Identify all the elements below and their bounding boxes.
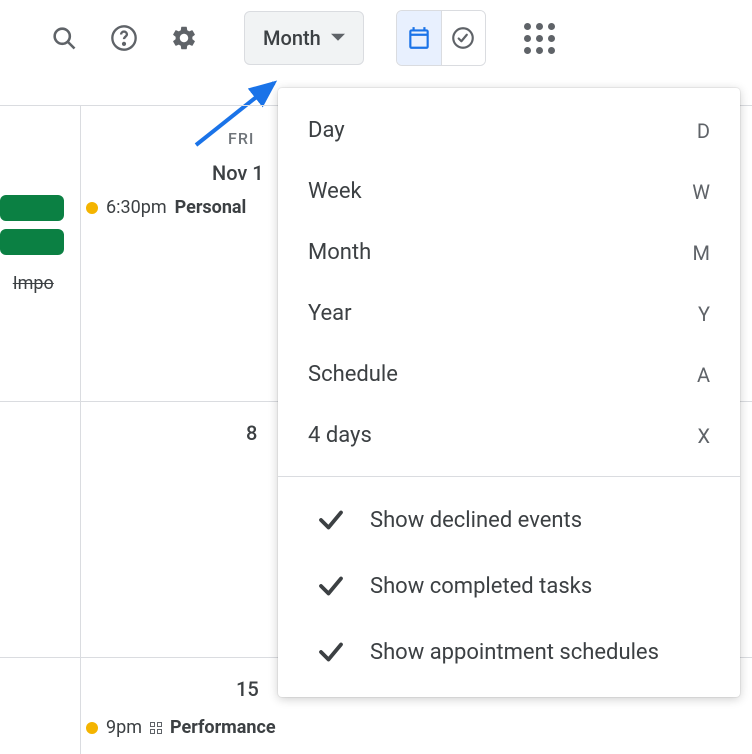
view-option-day[interactable]: Day D	[278, 100, 740, 161]
check-icon	[316, 571, 346, 601]
option-label: Day	[308, 118, 345, 143]
event-item[interactable]: 9pm Performance	[86, 717, 276, 738]
view-option-month[interactable]: Month M	[278, 222, 740, 283]
event-block[interactable]	[0, 195, 64, 221]
option-shortcut: M	[693, 241, 710, 265]
option-shortcut: D	[697, 119, 710, 143]
view-selector-label: Month	[263, 26, 321, 50]
grid-icon	[150, 722, 162, 734]
option-shortcut: X	[697, 424, 710, 448]
view-option-schedule[interactable]: Schedule A	[278, 344, 740, 405]
settings-icon[interactable]	[160, 14, 208, 62]
day-number: Nov 1	[212, 161, 264, 185]
day-header: FRI	[228, 129, 254, 148]
view-option-year[interactable]: Year Y	[278, 283, 740, 344]
check-icon	[316, 505, 346, 535]
view-option-4days[interactable]: 4 days X	[278, 405, 740, 466]
view-dropdown-menu: Day D Week W Month M Year Y Schedule A 4…	[278, 88, 740, 697]
toggle-appointment-schedules[interactable]: Show appointment schedules	[278, 619, 740, 685]
search-icon[interactable]	[40, 14, 88, 62]
option-label: 4 days	[308, 423, 372, 448]
view-selector-button[interactable]: Month	[244, 11, 364, 65]
option-label: Week	[308, 179, 362, 204]
toggle-completed-tasks[interactable]: Show completed tasks	[278, 553, 740, 619]
event-color-dot	[86, 202, 98, 214]
event-title: Personal	[175, 197, 247, 218]
event-color-dot	[86, 722, 98, 734]
toggle-label: Show appointment schedules	[370, 640, 659, 665]
option-label: Schedule	[308, 362, 398, 387]
event-time: 9pm	[106, 717, 142, 738]
tasks-mode-button[interactable]	[441, 11, 485, 65]
event-block[interactable]	[0, 229, 64, 255]
day-number: 15	[236, 677, 259, 701]
option-label: Month	[308, 240, 371, 265]
chevron-down-icon	[331, 31, 345, 45]
view-toggle-group	[396, 10, 486, 66]
calendar-mode-button[interactable]	[397, 11, 441, 65]
event-item[interactable]: 6:30pm Personal	[86, 197, 246, 218]
event-time: 6:30pm	[106, 197, 167, 218]
option-shortcut: A	[697, 363, 710, 387]
option-shortcut: Y	[698, 302, 710, 326]
toggle-label: Show completed tasks	[370, 574, 592, 599]
option-shortcut: W	[692, 180, 710, 204]
event-title: Performance	[170, 717, 276, 738]
toggle-declined-events[interactable]: Show declined events	[278, 487, 740, 553]
event-title: Impo	[13, 273, 54, 294]
toggle-label: Show declined events	[370, 508, 582, 533]
event-item-declined[interactable]: .Impo	[0, 273, 54, 294]
check-icon	[316, 637, 346, 667]
view-option-week[interactable]: Week W	[278, 161, 740, 222]
day-number: 8	[246, 421, 257, 445]
apps-icon[interactable]	[516, 14, 564, 62]
divider	[278, 476, 740, 477]
option-label: Year	[308, 301, 352, 326]
help-icon[interactable]	[100, 14, 148, 62]
